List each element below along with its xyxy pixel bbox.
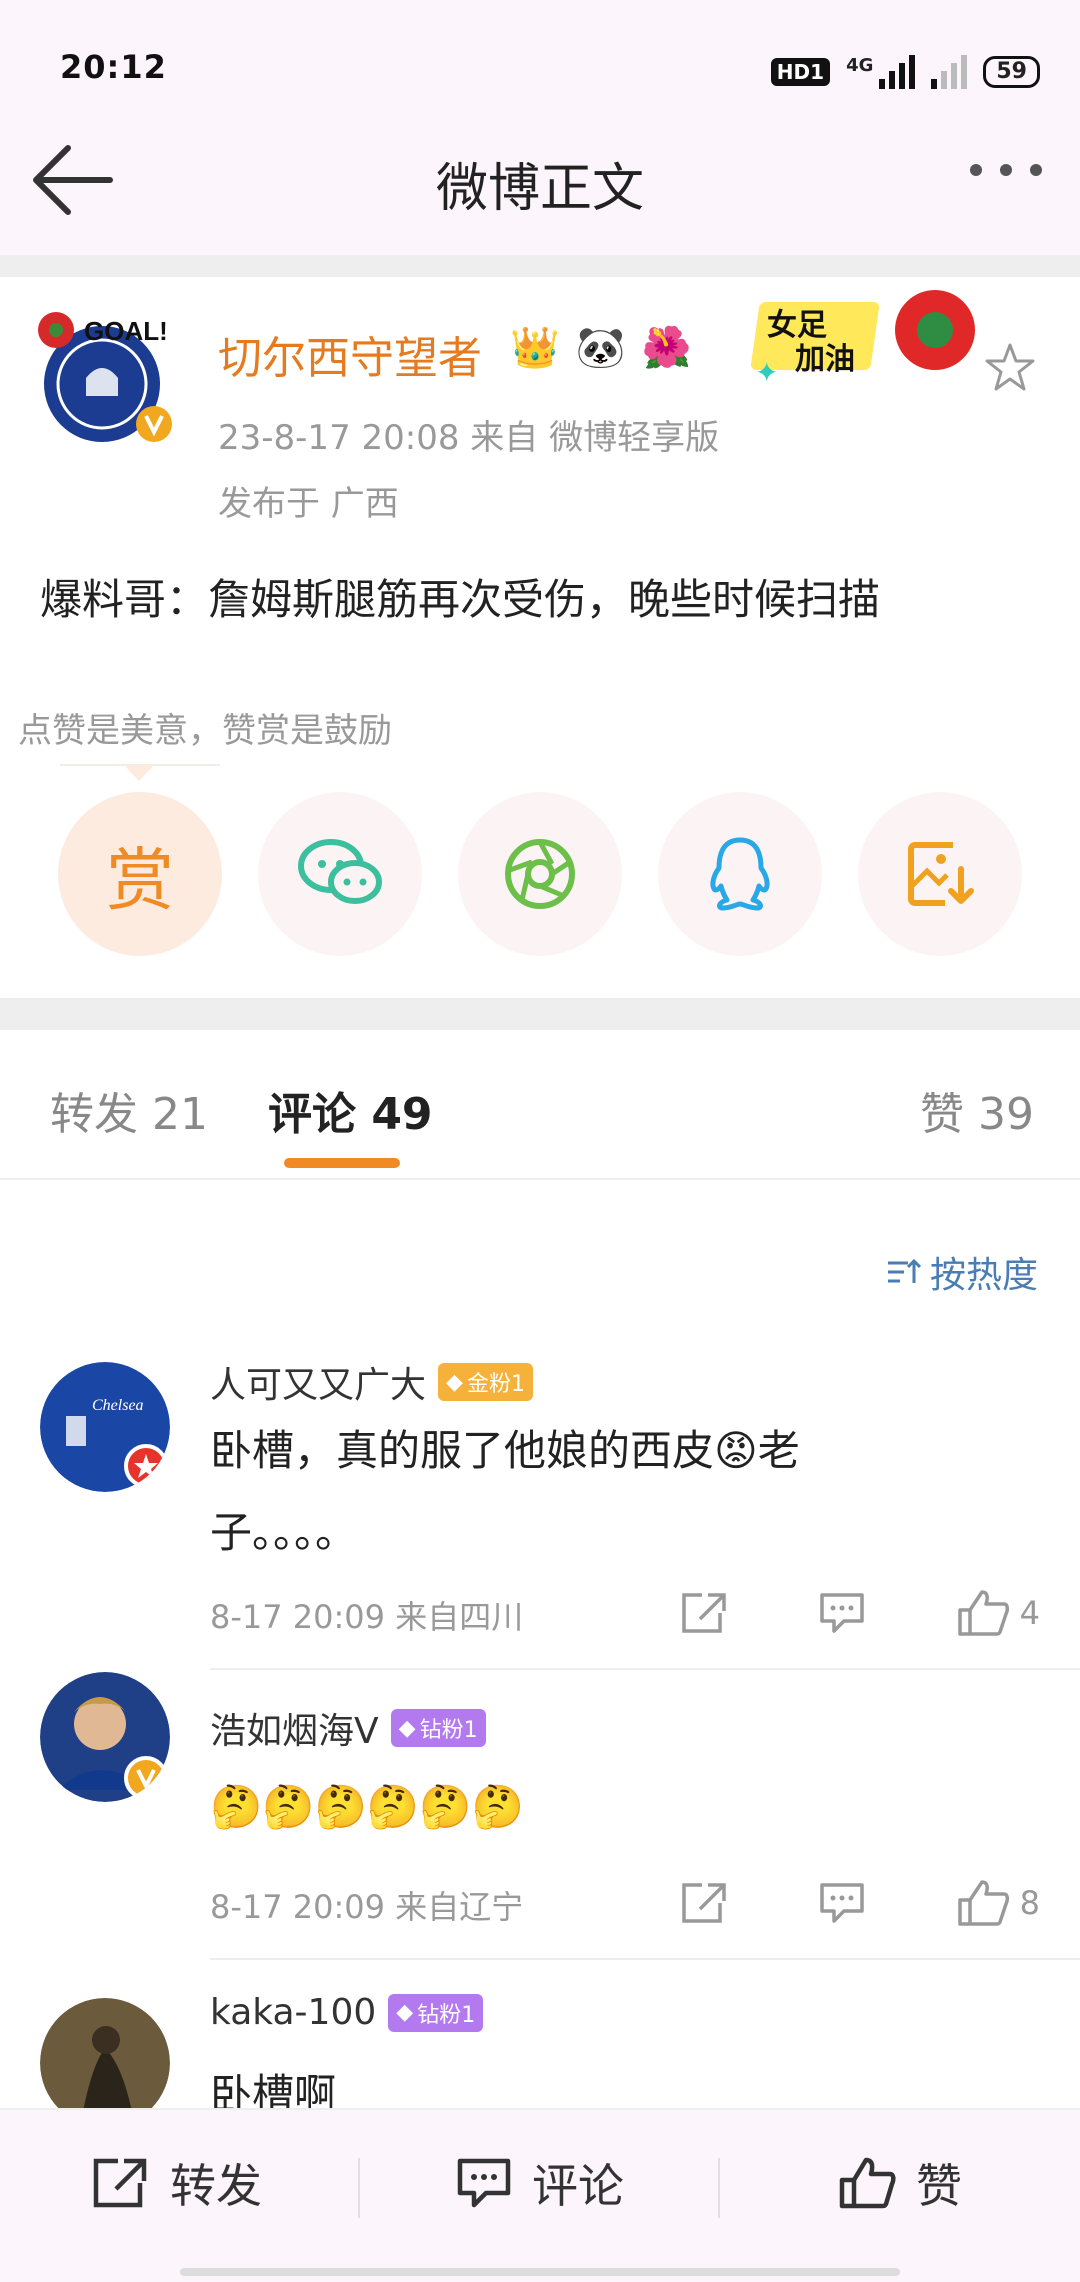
tab-repost[interactable]: 转发 21 — [50, 1078, 208, 1142]
reward-button[interactable]: 赏 — [58, 792, 222, 956]
author-avatar[interactable]: GOAL! — [36, 306, 176, 446]
diamond-icon: ◆ — [396, 2000, 414, 2025]
author-name[interactable]: 切尔西守望者 — [218, 322, 482, 386]
comment-author[interactable]: 人可又又广大 ◆ 金粉1 — [210, 1356, 533, 1408]
repost-icon[interactable] — [680, 1881, 728, 1925]
share-wechat-button[interactable] — [258, 792, 422, 956]
tab-underline — [284, 1158, 400, 1168]
tab-comments[interactable]: 评论 49 — [268, 1078, 433, 1142]
like-action[interactable]: 4 — [956, 1588, 1040, 1638]
comment-meta: 8-17 20:09 来自四川 — [210, 1598, 524, 1636]
comment-text: 🤔🤔🤔🤔🤔🤔 — [210, 1782, 524, 1831]
repost-icon[interactable] — [680, 1591, 728, 1635]
comment-meta: 8-17 20:09 来自辽宁 — [210, 1888, 524, 1926]
comment-author-name: 浩如烟海V — [210, 1711, 379, 1752]
tab-likes[interactable]: 赞 39 — [920, 1078, 1034, 1142]
comment-author-name: 人可又又广大 — [210, 1365, 427, 1406]
bottom-like-button[interactable]: 赞 — [838, 2150, 962, 2216]
comment-divider — [210, 1668, 1080, 1670]
deco-text-2: 加油 — [795, 342, 855, 377]
panda-badge-icon: 🐼 — [575, 325, 626, 371]
divider — [0, 255, 1080, 277]
share-qq-button[interactable] — [658, 792, 822, 956]
flower-badge-icon: 🌺 — [641, 325, 692, 371]
tab-divider — [0, 1178, 1080, 1180]
bottom-comment-label: 评论 — [532, 2159, 624, 2213]
thumb-up-icon — [957, 1590, 1009, 1636]
bottom-like-label: 赞 — [916, 2159, 962, 2213]
sort-label: 按热度 — [929, 1255, 1038, 1296]
reward-label: 赏 — [105, 841, 174, 921]
signal-icon-2 — [931, 55, 968, 89]
save-image-button[interactable] — [858, 792, 1022, 956]
post-content: 爆料哥：詹姆斯腿筋再次受伤，晚些时候扫描 — [40, 575, 881, 624]
thumb-up-icon — [957, 1880, 1009, 1926]
comment-divider — [210, 1958, 1080, 1960]
moments-icon — [505, 839, 575, 909]
more-icon[interactable] — [970, 164, 1042, 176]
comment-author[interactable]: kaka-100 ◆ 钻粉1 — [210, 1992, 484, 2033]
battery-icon: 59 — [983, 56, 1040, 88]
comment-avatar-text: Chelsea — [92, 1397, 144, 1414]
bottom-comment-button[interactable]: 评论 — [456, 2150, 624, 2216]
signal-icon — [879, 55, 916, 89]
page-title: 微博正文 — [435, 159, 644, 219]
comment-icon[interactable] — [818, 1881, 866, 1925]
tip-pointer-icon — [124, 765, 154, 781]
star-icon[interactable] — [982, 340, 1038, 396]
like-count: 8 — [1019, 1884, 1040, 1922]
share-moments-button[interactable] — [458, 792, 622, 956]
status-time: 20:12 — [60, 48, 167, 86]
diamond-icon: ◆ — [446, 1369, 463, 1395]
like-action[interactable]: 8 — [956, 1878, 1040, 1928]
qq-icon — [710, 837, 770, 911]
wechat-icon — [298, 839, 382, 904]
author-badges: 👑 🐼 🌺 — [510, 324, 691, 371]
sort-button[interactable]: 按热度 — [886, 1246, 1038, 1298]
avatar-goal-text: GOAL! — [84, 316, 168, 346]
comment-icon — [457, 2158, 511, 2208]
repost-icon — [93, 2158, 147, 2208]
crown-badge-icon: 👑 — [510, 325, 560, 371]
comment-avatar[interactable] — [40, 1672, 170, 1802]
like-count: 4 — [1019, 1594, 1040, 1632]
comment-author[interactable]: 浩如烟海V ◆ 钻粉1 — [210, 1702, 486, 1754]
fan-badge: ◆ 钻粉1 — [388, 1993, 484, 2032]
comment-avatar[interactable]: Chelsea — [40, 1362, 170, 1492]
post-location: 发布于 广西 — [218, 484, 399, 524]
diamond-icon: ◆ — [398, 1715, 416, 1741]
bottom-repost-button[interactable]: 转发 — [92, 2150, 262, 2216]
comment-text: 卧槽，真的服了他娘的西皮😡老 子。。。。 — [210, 1426, 800, 1557]
hd-badge: HD1 — [770, 58, 831, 86]
bottom-repost-label: 转发 — [170, 2159, 262, 2213]
decoration-card: 女足 加油 ✦ — [745, 290, 1000, 390]
bottom-separator — [358, 2158, 360, 2218]
comment-actions: 8 — [680, 1878, 1040, 1928]
network-type: 4G — [846, 54, 874, 76]
comment-author-name: kaka-100 — [210, 1992, 377, 2033]
save-image-icon — [908, 842, 974, 906]
thumb-up-icon — [839, 2157, 896, 2209]
comment-actions: 4 — [680, 1588, 1040, 1638]
fan-badge: ◆ 金粉1 — [438, 1363, 533, 1401]
fan-badge: ◆ 钻粉1 — [390, 1709, 486, 1747]
status-icons: HD1 4G 59 — [770, 52, 1040, 92]
divider-2 — [0, 998, 1080, 1030]
post-meta: 23-8-17 20:08 来自 微博轻享版 — [218, 418, 720, 458]
reward-tip: 点赞是美意，赞赏是鼓励 — [18, 711, 392, 751]
sort-icon — [887, 1258, 922, 1283]
bottom-separator — [718, 2158, 720, 2218]
comment-icon[interactable] — [818, 1591, 866, 1635]
home-indicator[interactable] — [180, 2268, 900, 2276]
